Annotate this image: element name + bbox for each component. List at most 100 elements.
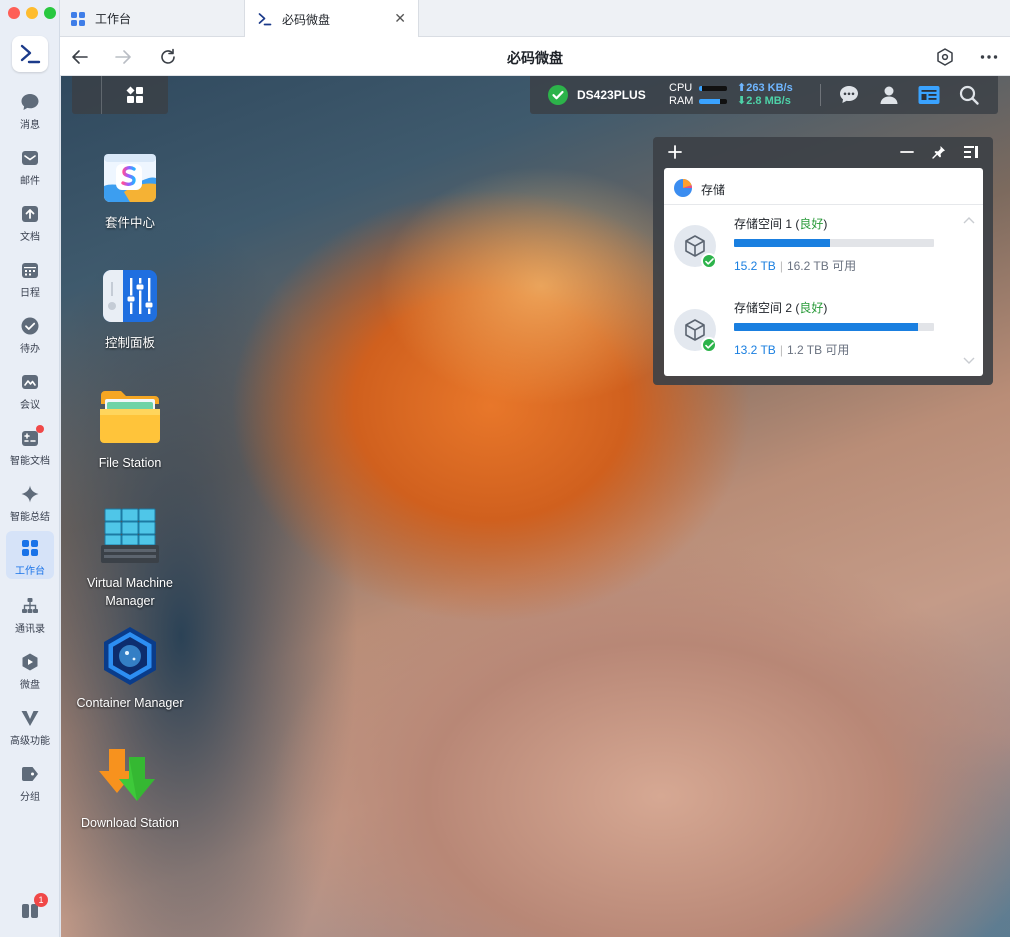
volume-used: 13.2 TB	[734, 343, 776, 357]
advanced-icon	[20, 708, 40, 728]
minimize-widget-button[interactable]	[897, 142, 917, 162]
main-menu-button[interactable]	[102, 76, 168, 114]
app-sidebar: 消息 邮件 文档 日程 待办 会议 智能文档 智能总结 工作台 通讯录 微盘 高…	[0, 0, 60, 937]
volume-capacity: 15.2 TB | 16.2 TB 可用	[734, 257, 856, 274]
volume-capacity: 13.2 TB | 1.2 TB 可用	[734, 341, 849, 358]
desktop-icon-label: 套件中心	[104, 216, 155, 230]
search-button[interactable]	[957, 83, 981, 107]
ram-usage-bar	[699, 99, 727, 104]
pin-icon	[932, 146, 945, 159]
tab-workbench[interactable]: 工作台	[60, 0, 244, 37]
volume-usage-fill	[734, 239, 830, 247]
desktop-icon-download-station[interactable]: Download Station	[62, 744, 198, 832]
tag-icon	[20, 764, 40, 784]
storage-widget-panel: 存储 存储空间 1 (良好) 15.2 TB | 16.2 TB 可用 存储空间…	[653, 137, 993, 385]
sidebar-item-advanced[interactable]: 高级功能	[6, 701, 54, 749]
desktop-icon-control-panel[interactable]: 控制面板	[62, 264, 198, 352]
zoom-window-button[interactable]	[44, 7, 56, 19]
sidebar-item-groups[interactable]: 分组	[6, 757, 54, 805]
user-button[interactable]	[877, 83, 901, 107]
minimize-window-button[interactable]	[26, 7, 38, 19]
document-icon	[20, 204, 40, 224]
browser-toolbar: 必码微盘	[60, 37, 1010, 76]
desktop-icon-container-manager[interactable]: Container Manager	[62, 624, 198, 712]
pin-widget-button[interactable]	[929, 142, 949, 162]
sidebar-item-mail[interactable]: 邮件	[6, 141, 54, 189]
org-chart-icon	[20, 596, 40, 616]
volume-item-1[interactable]: 存储空间 1 (良好) 15.2 TB | 16.2 TB 可用	[674, 215, 974, 285]
network-rates: ⬆263 KB/s ⬇2.8 MB/s	[737, 82, 793, 108]
control-panel-icon	[98, 264, 162, 328]
sidebar-item-meeting[interactable]: 会议	[6, 365, 54, 413]
sidebar-item-calendar[interactable]: 日程	[6, 253, 54, 301]
taskbar-spacer	[72, 76, 102, 114]
app-logo[interactable]	[12, 36, 48, 72]
sidebar-item-label: 邮件	[20, 176, 40, 187]
more-button[interactable]	[978, 46, 1000, 68]
volume-free: 16.2 TB 可用	[786, 259, 857, 273]
upload-rate: 263 KB/s	[746, 82, 793, 94]
sidebar-item-todo[interactable]: 待办	[6, 309, 54, 357]
sidebar-item-label: 微盘	[20, 680, 40, 691]
tab-drive[interactable]: 必码微盘 ✕	[244, 0, 419, 38]
widgets-button[interactable]	[917, 83, 941, 107]
dsm-taskbar-left	[72, 76, 168, 114]
dsm-desktop: DS423PLUS CPU RAM ⬆263 KB/s ⬇2.8 MB/s 套件…	[61, 76, 1010, 937]
sidebar-item-label: 分组	[20, 792, 40, 803]
settings-button[interactable]	[934, 46, 956, 68]
sidebar-item-label: 文档	[20, 232, 40, 243]
sidebar-item-smart-summary[interactable]: 智能总结	[6, 477, 54, 525]
volume-usage-bar	[734, 239, 934, 247]
close-window-button[interactable]	[8, 7, 20, 19]
desktop-icon-package-center[interactable]: 套件中心	[62, 144, 198, 232]
ram-usage-fill	[699, 99, 720, 104]
sidebar-item-contacts[interactable]: 通讯录	[6, 589, 54, 637]
add-widget-button[interactable]	[665, 142, 685, 162]
widgets-icon	[918, 86, 940, 104]
desktop-icon-label: Virtual Machine Manager	[87, 576, 173, 608]
storage-pie-icon	[673, 178, 693, 201]
widget-layout-button[interactable]	[961, 142, 981, 162]
tab-label: 工作台	[95, 12, 132, 26]
volume-status: 良好	[799, 301, 824, 315]
search-icon	[959, 85, 979, 105]
desktop-icon-vmm[interactable]: Virtual Machine Manager	[62, 504, 198, 610]
todo-check-icon	[20, 316, 40, 336]
volume-status: 良好	[799, 217, 824, 231]
close-tab-icon[interactable]: ✕	[394, 11, 406, 25]
volume-used: 15.2 TB	[734, 259, 776, 273]
sidebar-item-docs[interactable]: 文档	[6, 197, 54, 245]
sidebar-item-label: 会议	[20, 400, 40, 411]
smart-doc-icon	[20, 425, 44, 448]
sidebar-item-workbench[interactable]: 工作台	[6, 531, 54, 579]
upload-arrow-icon: ⬆	[737, 82, 747, 94]
sidebar-item-smart-doc[interactable]: 智能文档	[6, 421, 54, 469]
volume-item-2[interactable]: 存储空间 2 (良好) 13.2 TB | 1.2 TB 可用	[674, 299, 974, 369]
sidebar-item-label: 工作台	[15, 566, 45, 577]
desktop-icon-file-station[interactable]: File Station	[62, 384, 198, 472]
drive-icon	[20, 652, 40, 672]
workbench-grid-icon	[20, 538, 40, 558]
sidebar-item-label: 智能总结	[10, 512, 50, 523]
sidebar-item-label: 待办	[20, 344, 40, 355]
healthy-check-icon	[701, 253, 717, 269]
download-rate: 2.8 MB/s	[746, 95, 791, 107]
chat-button[interactable]	[837, 83, 861, 107]
desktop-icon-label: Container Manager	[76, 696, 184, 710]
browser-tab-bar: 工作台 必码微盘 ✕	[60, 0, 1010, 38]
terminal-logo-icon	[257, 11, 273, 27]
volume-usage-fill	[734, 323, 918, 331]
sidebar-item-messages[interactable]: 消息	[6, 85, 54, 133]
main-menu-grid-icon	[126, 86, 143, 103]
mail-icon	[20, 148, 40, 168]
notification-count-badge: 1	[34, 893, 48, 907]
storage-widget: 存储 存储空间 1 (良好) 15.2 TB | 16.2 TB 可用 存储空间…	[664, 168, 983, 376]
system-health-status[interactable]: DS423PLUS	[547, 84, 646, 106]
minus-icon	[900, 151, 914, 153]
sidebar-bottom-app[interactable]: 1	[6, 893, 54, 937]
resource-monitor[interactable]: CPU RAM	[669, 82, 727, 108]
volume-usage-bar	[734, 323, 934, 331]
vmm-icon	[98, 504, 162, 568]
sidebar-item-drive[interactable]: 微盘	[6, 645, 54, 693]
capacity-separator: |	[779, 343, 783, 357]
